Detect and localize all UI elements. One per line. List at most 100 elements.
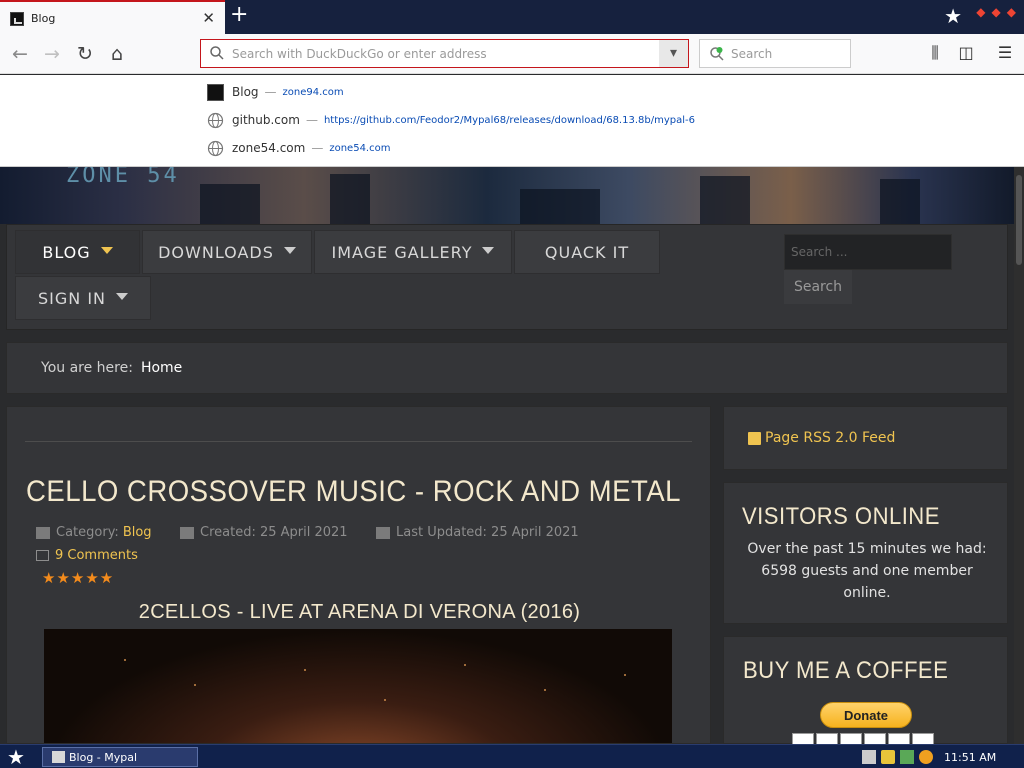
breadcrumb-home: Home xyxy=(140,360,183,376)
task-label: Blog - Mypal xyxy=(69,750,138,764)
caret-down-icon xyxy=(116,292,128,300)
forward-button[interactable]: → xyxy=(40,42,64,66)
site-search-input[interactable] xyxy=(785,235,951,269)
close-tab-icon[interactable]: ✕ xyxy=(202,9,215,27)
browser-icon xyxy=(52,751,65,763)
site-favicon-icon xyxy=(10,12,24,26)
network-icon[interactable] xyxy=(900,750,914,764)
updated-date: Last Updated: 25 April 2021 xyxy=(396,525,579,540)
suggestion-url: https://github.com/Feodor2/Mypal68/relea… xyxy=(323,114,695,126)
comments-count: 9 Comments xyxy=(55,548,138,563)
calendar-icon xyxy=(376,526,390,539)
autocomplete-popup: Blog — zone94.com github.com — https://g… xyxy=(0,75,1024,167)
article-updated: Last Updated: 25 April 2021 xyxy=(376,525,579,540)
menu-item-blog[interactable]: BLOG xyxy=(15,230,140,274)
suggestion-row[interactable]: zone54.com — zone54.com xyxy=(207,138,390,158)
caret-down-icon xyxy=(100,246,113,254)
site-logo[interactable]: ZONE 54 xyxy=(66,167,180,188)
comment-icon xyxy=(36,550,49,561)
suggestion-title: zone54.com xyxy=(232,141,306,155)
comments-link[interactable]: 9 Comments xyxy=(36,548,138,563)
chevron-down-icon[interactable]: ▾ xyxy=(659,40,688,67)
rss-icon xyxy=(748,431,761,445)
suggestion-title: Blog xyxy=(232,85,259,99)
tab-blog[interactable]: Blog ✕ xyxy=(0,0,225,34)
category-label: Category: xyxy=(56,525,119,540)
window-controls: ◆ ◆ ◆ xyxy=(976,5,1016,19)
address-bar[interactable]: ▾ xyxy=(200,39,689,68)
star-icon: ★ xyxy=(944,4,962,28)
rating-stars[interactable]: ★★★★★ xyxy=(42,569,114,587)
navigation-toolbar: ← → ↻ ⌂ ▾ ⫼ ◫ ☰ xyxy=(0,34,1024,74)
search-input[interactable] xyxy=(731,43,841,65)
library-icon[interactable]: ⫼ xyxy=(924,43,946,65)
divider xyxy=(25,441,692,442)
embedded-video[interactable] xyxy=(44,629,672,743)
tab-bar: Blog ✕ + ★ ◆ ◆ ◆ xyxy=(0,0,1024,34)
search-engine-icon xyxy=(710,47,724,61)
system-tray: 11:51 AM xyxy=(854,745,1024,768)
breadcrumb-label: You are here: xyxy=(41,360,133,376)
address-input[interactable] xyxy=(232,43,652,65)
category-link[interactable]: Blog xyxy=(123,525,152,540)
taskbar-task-mypal[interactable]: Blog - Mypal xyxy=(42,747,198,767)
rss-feed-box: Page RSS 2.0 Feed xyxy=(723,406,1008,470)
home-button[interactable]: ⌂ xyxy=(105,42,129,66)
folder-icon xyxy=(36,526,50,539)
start-button[interactable]: ★ xyxy=(7,745,25,768)
breadcrumb: You are here: Home xyxy=(6,342,1008,394)
visitors-online-box: VISITORS ONLINE Over the past 15 minutes… xyxy=(723,482,1008,624)
created-date: Created: 25 April 2021 xyxy=(200,525,348,540)
article: CELLO CROSSOVER MUSIC - ROCK AND METAL C… xyxy=(6,406,711,744)
sidebar-icon[interactable]: ◫ xyxy=(955,43,977,65)
article-category: Category: Blog xyxy=(36,525,152,540)
scrollbar-thumb[interactable] xyxy=(1016,175,1022,265)
menu-item-quack-it[interactable]: QUACK IT xyxy=(514,230,660,274)
close-window-button[interactable]: ◆ xyxy=(1007,5,1016,19)
suggestion-url: zone54.com xyxy=(329,142,391,154)
video-title: 2CELLOS - LIVE AT ARENA DI VERONA (2016) xyxy=(138,601,581,623)
clock: 11:51 AM xyxy=(944,750,997,764)
new-tab-button[interactable]: + xyxy=(230,2,248,27)
caret-down-icon xyxy=(482,246,495,254)
maximize-button[interactable]: ◆ xyxy=(992,5,1001,19)
menu-item-sign-in[interactable]: SIGN IN xyxy=(15,276,151,320)
menu-label: BLOG xyxy=(42,242,91,262)
search-icon[interactable] xyxy=(919,750,933,764)
menu-icon[interactable]: ☰ xyxy=(994,43,1016,65)
minimize-button[interactable]: ◆ xyxy=(976,5,985,19)
taskbar: ★ Blog - Mypal 11:51 AM xyxy=(0,744,1024,768)
reload-button[interactable]: ↻ xyxy=(73,42,97,66)
buy-me-a-coffee-box: BUY ME A COFFEE Donate xyxy=(723,636,1008,745)
back-button[interactable]: ← xyxy=(8,42,32,66)
visitors-text: Over the past 15 minutes we had: 6598 gu… xyxy=(747,541,987,601)
suggestion-row[interactable]: github.com — https://github.com/Feodor2/… xyxy=(207,110,695,130)
article-title[interactable]: CELLO CROSSOVER MUSIC - ROCK AND METAL xyxy=(26,475,681,509)
page-scrollbar[interactable] xyxy=(1014,167,1024,744)
suggestion-url: zone94.com xyxy=(282,86,344,98)
menu-label: QUACK IT xyxy=(544,242,630,262)
shield-icon[interactable] xyxy=(881,750,895,764)
keyboard-icon[interactable] xyxy=(862,750,876,764)
site-banner: ZONE 54 xyxy=(0,167,1014,224)
site-search-field[interactable] xyxy=(784,234,952,270)
menu-item-image-gallery[interactable]: IMAGE GALLERY xyxy=(314,230,512,274)
site-favicon-icon xyxy=(207,83,224,101)
calendar-icon xyxy=(180,526,194,539)
main-menu: BLOG DOWNLOADS IMAGE GALLERY QUACK IT SI… xyxy=(6,224,1008,330)
tab-title: Blog xyxy=(31,12,56,25)
search-bar[interactable] xyxy=(699,39,851,68)
menu-label: DOWNLOADS xyxy=(158,242,274,262)
search-icon xyxy=(210,46,224,60)
coffee-heading: BUY ME A COFFEE xyxy=(743,657,949,684)
article-created: Created: 25 April 2021 xyxy=(180,525,348,540)
site-search-button[interactable]: Search xyxy=(784,270,852,304)
menu-item-downloads[interactable]: DOWNLOADS xyxy=(142,230,312,274)
menu-label: IMAGE GALLERY xyxy=(331,242,473,262)
rss-link[interactable]: Page RSS 2.0 Feed xyxy=(765,430,895,446)
globe-icon xyxy=(207,112,224,128)
suggestion-row[interactable]: Blog — zone94.com xyxy=(207,82,344,102)
menu-label: SIGN IN xyxy=(37,288,106,308)
donate-button[interactable]: Donate xyxy=(820,702,912,728)
suggestion-title: github.com xyxy=(232,113,300,127)
